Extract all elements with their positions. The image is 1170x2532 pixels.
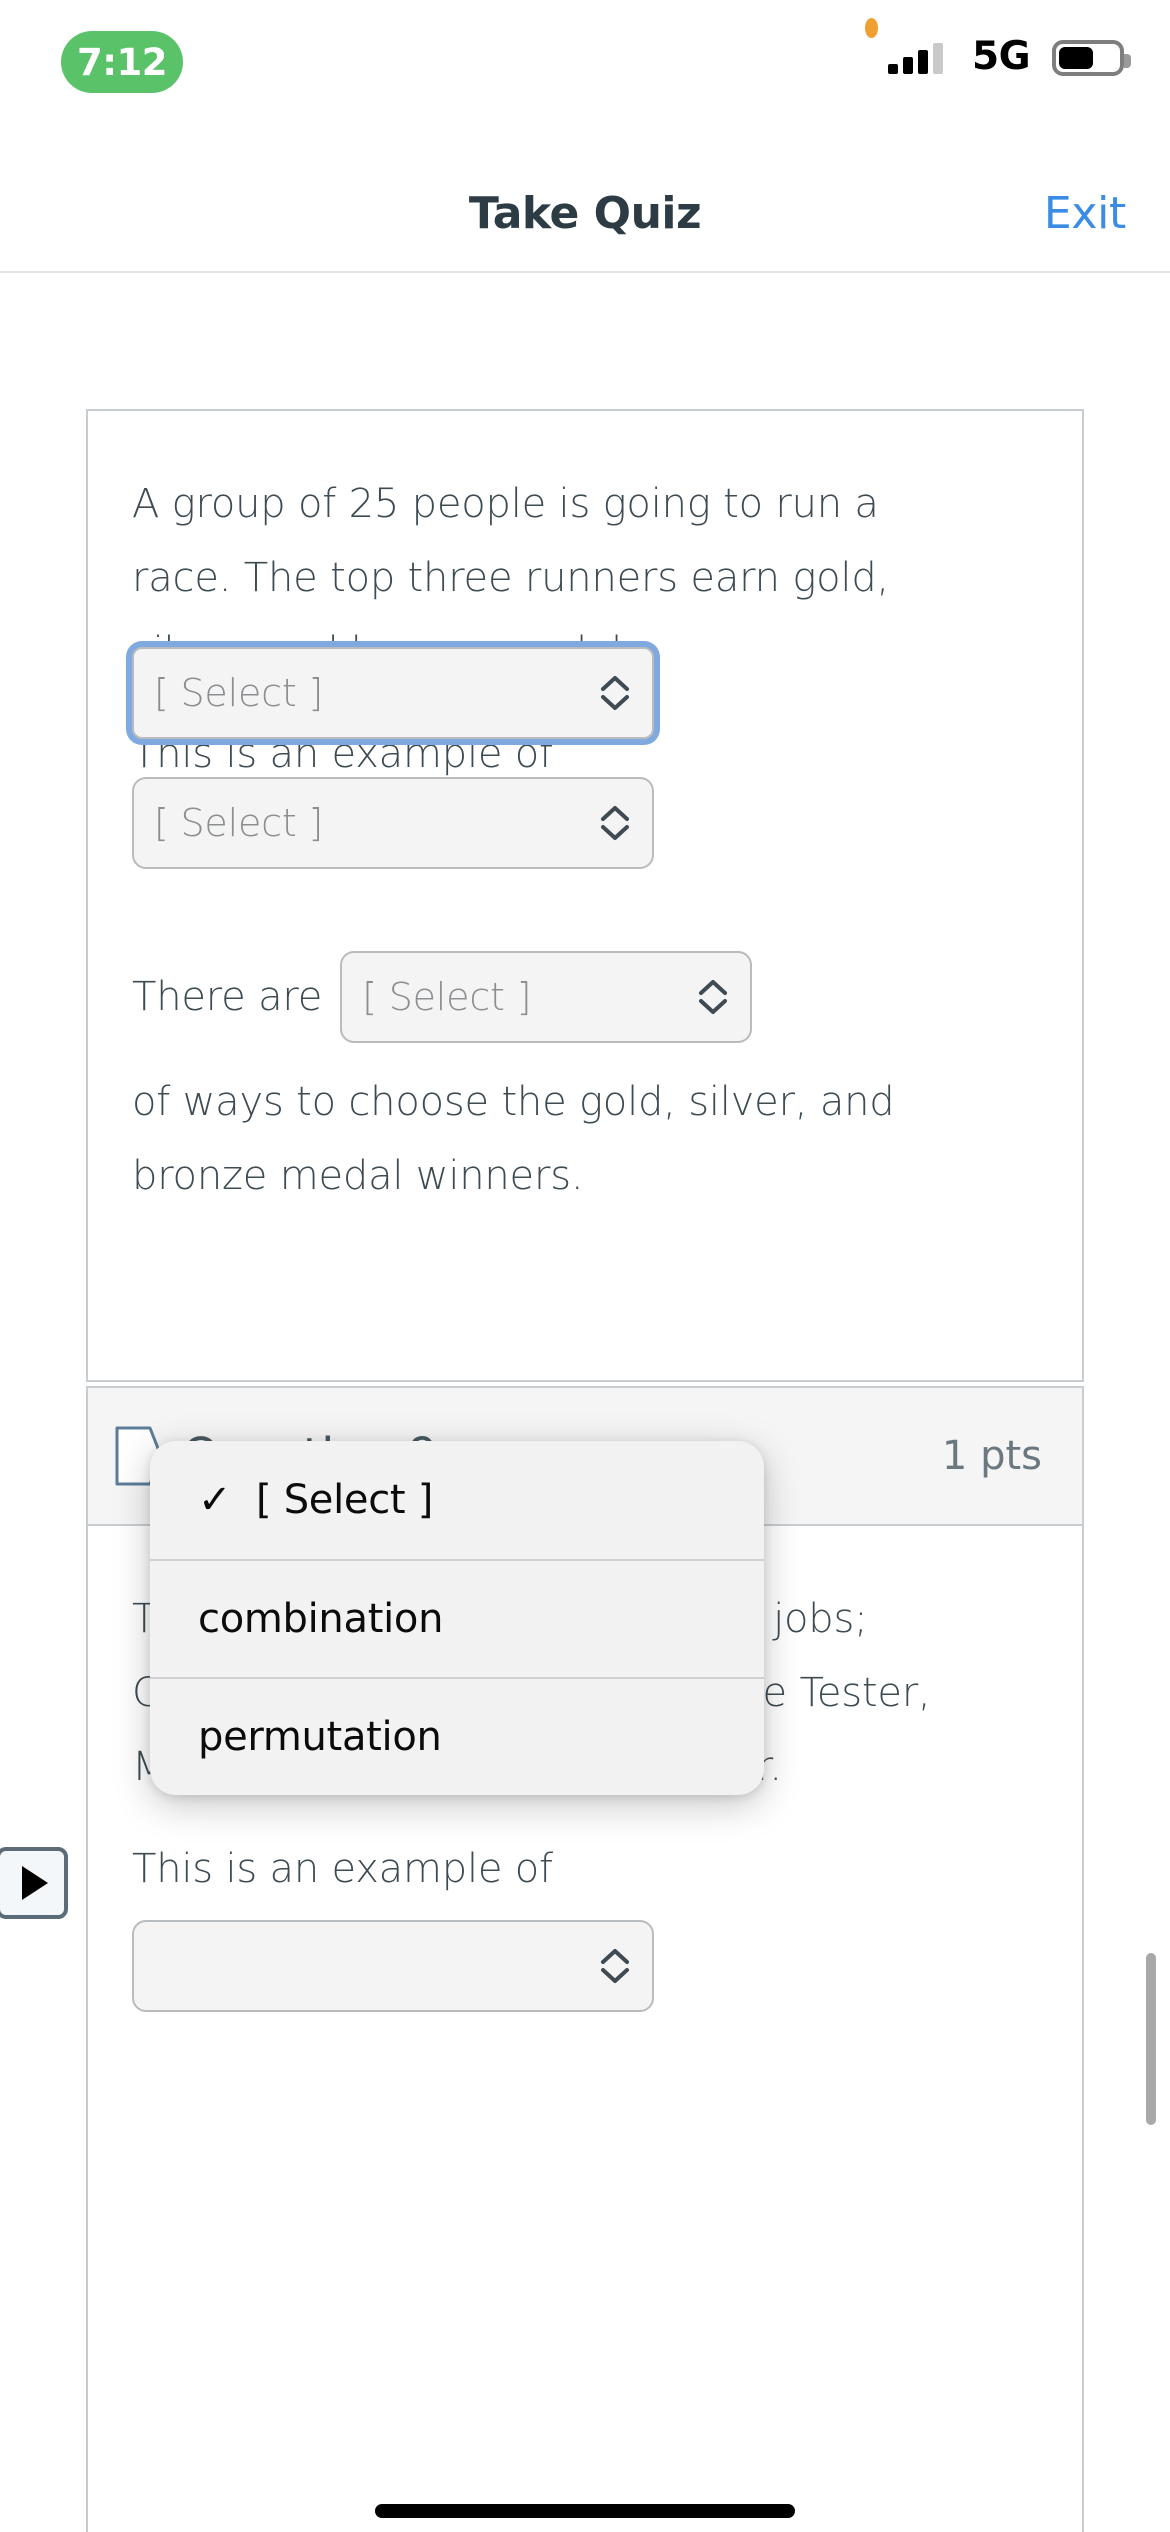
privacy-indicator-dot xyxy=(865,18,878,38)
there-are-label: There are xyxy=(132,974,323,1020)
question-8-tail-text: of ways to choose the gold, silver, and … xyxy=(132,1065,1042,1213)
play-button[interactable] xyxy=(0,1847,68,1919)
dropdown-option-label: [ Select ] xyxy=(256,1477,434,1523)
question-8-text-line-2: race. The top three runners earn gold, xyxy=(132,555,890,601)
select-second-blank-value: [ Select ] xyxy=(154,801,324,845)
network-type-label: 5G xyxy=(972,34,1031,79)
question-9-points: 1 pts xyxy=(941,1433,1042,1479)
chevron-up-down-icon xyxy=(598,673,632,713)
select-example-type-value: [ Select ] xyxy=(154,671,324,715)
select-second-blank[interactable]: [ Select ] xyxy=(132,777,654,869)
battery-icon xyxy=(1052,40,1131,76)
checkmark-icon: ✓ xyxy=(198,1477,232,1523)
quiz-scroll-area[interactable]: A group of 25 people is going to run a r… xyxy=(0,273,1170,2532)
there-are-row: There are [ Select ] xyxy=(132,951,753,1043)
select-options-popup[interactable]: ✓ [ Select ] combination permutation xyxy=(150,1441,764,1795)
exit-button[interactable]: Exit xyxy=(1044,188,1126,239)
navigation-bar: Take Quiz Exit xyxy=(0,100,1170,273)
page-title: Take Quiz xyxy=(468,188,702,239)
select-number-of-ways[interactable]: [ Select ] xyxy=(340,951,753,1043)
chevron-up-down-icon xyxy=(696,977,730,1017)
question-9-prompt: This is an example of xyxy=(132,1846,553,1892)
chevron-up-down-icon xyxy=(598,803,632,843)
time-pill-recording-indicator[interactable]: 7:12 xyxy=(61,31,183,93)
vertical-scrollbar[interactable] xyxy=(1146,1953,1156,2125)
question-card-8: A group of 25 people is going to run a r… xyxy=(86,409,1084,1382)
question-9-select-example-type[interactable] xyxy=(132,1920,654,2012)
select-number-of-ways-value: [ Select ] xyxy=(362,975,532,1019)
dropdown-option-permutation[interactable]: permutation xyxy=(150,1677,764,1795)
dropdown-option-label: combination xyxy=(198,1596,444,1642)
question-8-tail-line-1: of ways to choose the gold, silver, and xyxy=(132,1079,895,1125)
dropdown-option-combination[interactable]: combination xyxy=(150,1559,764,1677)
question-8-body: A group of 25 people is going to run a r… xyxy=(88,411,1082,1199)
cellular-signal-icon xyxy=(888,42,960,74)
play-triangle-icon xyxy=(21,1866,48,1900)
dropdown-option-select[interactable]: ✓ [ Select ] xyxy=(150,1441,764,1559)
chevron-up-down-icon xyxy=(598,1946,632,1986)
dropdown-option-label: permutation xyxy=(198,1714,442,1760)
select-example-type[interactable]: [ Select ] xyxy=(132,647,654,739)
phone-screen: 7:12 5G Take Quiz Exit A group of 25 peo… xyxy=(0,0,1170,2532)
question-8-tail-line-2: bronze medal winners. xyxy=(132,1153,584,1199)
status-bar: 7:12 5G xyxy=(0,0,1170,100)
question-8-text-line-1: A group of 25 people is going to run a xyxy=(132,481,879,527)
status-bar-time: 7:12 xyxy=(76,40,168,84)
home-indicator[interactable] xyxy=(375,2504,795,2518)
